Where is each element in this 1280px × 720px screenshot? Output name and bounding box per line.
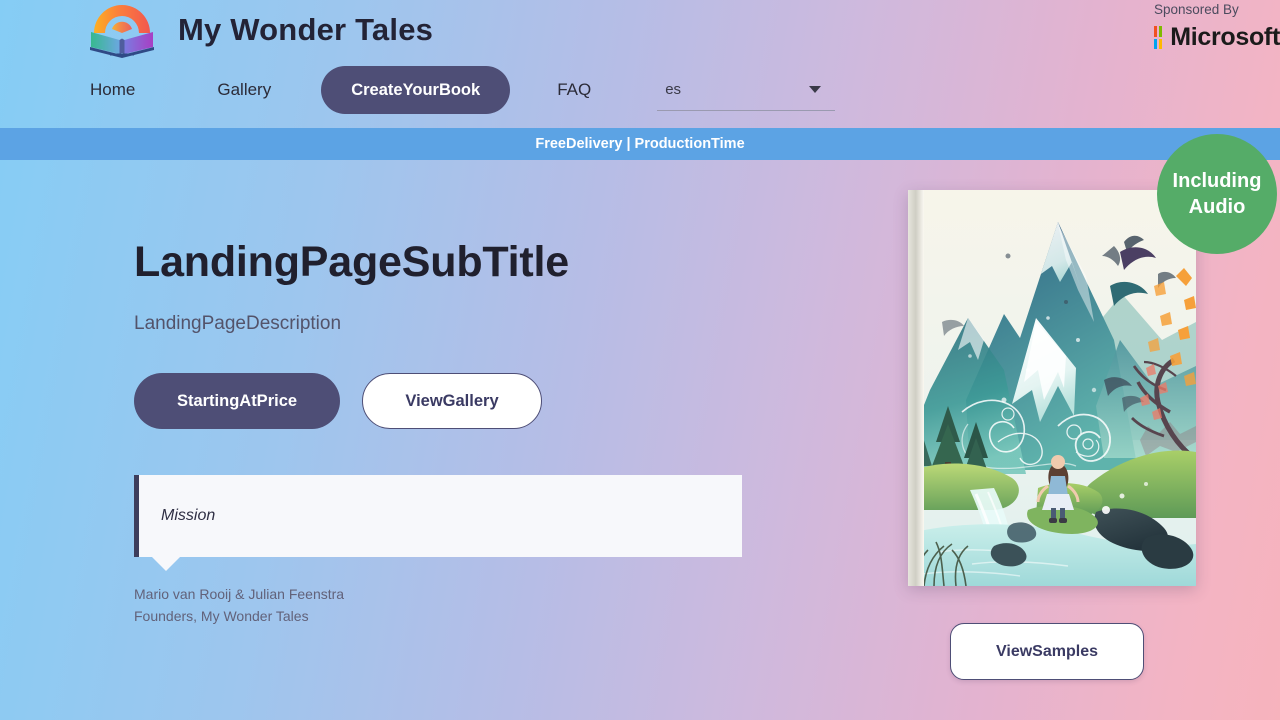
sponsor-name: Microsoft xyxy=(1170,23,1280,51)
page-title: LandingPageSubTitle xyxy=(134,238,569,286)
microsoft-logo-icon xyxy=(1154,26,1163,49)
language-select[interactable]: es xyxy=(657,69,836,111)
nav-item-faq[interactable]: FAQ xyxy=(555,74,593,106)
sponsor-logo[interactable]: Microsoft xyxy=(1140,23,1280,52)
book-cover-preview[interactable] xyxy=(908,190,1196,586)
mission-quote-author: Mario van Rooij & Julian Feenstra Founde… xyxy=(134,583,742,627)
language-select-value: es xyxy=(665,81,682,98)
author-name: Mario van Rooij & Julian Feenstra xyxy=(134,586,345,602)
mission-quote-text: Mission xyxy=(161,507,216,524)
main-nav: Home Gallery CreateYourBook FAQ es xyxy=(88,66,836,114)
page-description: LandingPageDescription xyxy=(134,313,342,334)
nav-item-gallery[interactable]: Gallery xyxy=(215,74,273,106)
brand[interactable]: My Wonder Tales xyxy=(88,2,433,58)
audio-badge-line-2: Audio xyxy=(1188,196,1246,218)
sponsor-block: Sponsored By Microsoft xyxy=(1140,2,1280,52)
book-spine xyxy=(908,190,924,586)
sponsor-label: Sponsored By xyxy=(1154,2,1239,17)
view-gallery-button[interactable]: ViewGallery xyxy=(362,373,542,429)
cta-row: StartingAtPrice ViewGallery xyxy=(134,373,834,429)
promo-banner: FreeDelivery | ProductionTime xyxy=(0,128,1280,160)
hero-content: LandingPageSubTitle LandingPageDescripti… xyxy=(134,160,834,627)
create-your-book-button[interactable]: CreateYourBook xyxy=(321,66,511,114)
site-header: My Wonder Tales Home Gallery CreateYourB… xyxy=(0,0,1280,128)
rainbow-open-book-icon xyxy=(90,5,154,58)
chevron-down-icon xyxy=(809,86,822,93)
mission-quote: Mission Mario van Rooij & Julian Feenstr… xyxy=(134,475,742,627)
audio-badge-line-1: Including xyxy=(1172,170,1262,192)
starting-at-price-button[interactable]: StartingAtPrice xyxy=(134,373,340,429)
brand-title: My Wonder Tales xyxy=(178,12,434,47)
quote-tail-icon xyxy=(151,556,181,571)
view-samples-button[interactable]: ViewSamples xyxy=(950,623,1144,680)
mission-quote-box: Mission xyxy=(134,475,742,571)
author-role: Founders, My Wonder Tales xyxy=(134,608,309,624)
including-audio-badge: Including Audio xyxy=(1157,134,1277,254)
nav-item-home[interactable]: Home xyxy=(88,74,137,106)
book-cover-illustration xyxy=(908,190,1196,586)
